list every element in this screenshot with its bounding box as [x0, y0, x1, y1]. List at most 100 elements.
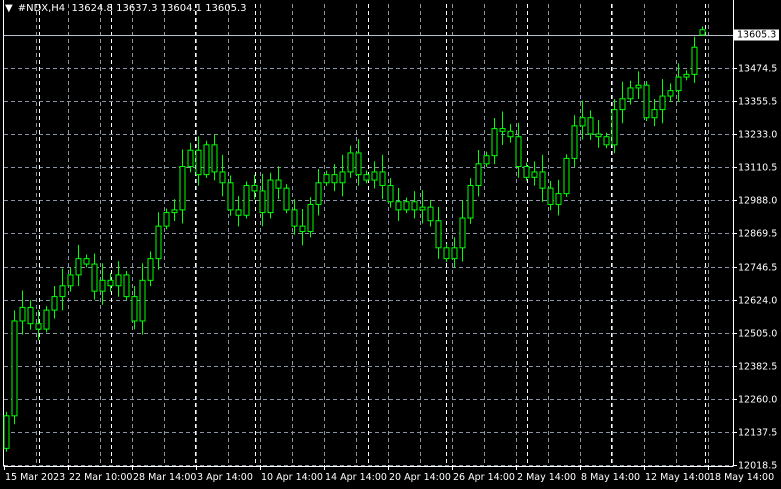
- candle-body: [131, 296, 138, 322]
- symbol-label: #NDX,H4: [17, 3, 66, 14]
- candle-body: [83, 258, 90, 265]
- candle-body: [331, 174, 338, 184]
- candle-body: [579, 117, 586, 127]
- candle-body: [419, 206, 426, 211]
- time-axis-label: 3 Apr 14:00: [197, 472, 253, 483]
- candle-body: [499, 128, 506, 132]
- candle-body: [11, 320, 18, 417]
- price-axis-label: 12505.0: [738, 328, 778, 339]
- candle-body: [267, 179, 274, 214]
- candle-body: [603, 136, 610, 146]
- candle-body: [547, 187, 554, 205]
- candle-body: [227, 182, 234, 211]
- price-axis-label: 12382.5: [738, 361, 778, 372]
- time-axis-label: 14 Apr 14:00: [325, 472, 387, 483]
- price-axis-label: 12746.5: [738, 262, 778, 273]
- candle-body: [243, 184, 250, 216]
- candle-body: [411, 201, 418, 211]
- price-axis-label: 13110.5: [738, 162, 778, 173]
- price-chart[interactable]: [0, 0, 781, 489]
- candle-body: [627, 87, 634, 100]
- price-axis-label: 12260.0: [738, 394, 778, 405]
- candle-body: [163, 212, 170, 227]
- candle-body: [179, 166, 186, 211]
- time-axis-label: 18 May 14:00: [709, 472, 775, 483]
- candle-body: [659, 95, 666, 111]
- time-axis-label: 22 Mar 10:00: [69, 472, 133, 483]
- candle-body: [219, 171, 226, 184]
- candle-body: [451, 247, 458, 260]
- time-axis-label: 26 Apr 14:00: [453, 472, 515, 483]
- candle-body: [611, 109, 618, 146]
- candle-body: [139, 279, 146, 322]
- candle-body: [67, 274, 74, 287]
- candle-body: [27, 306, 34, 325]
- candle-body: [347, 152, 354, 173]
- candle-body: [691, 46, 698, 75]
- candle-body: [587, 117, 594, 135]
- candle-body: [371, 171, 378, 181]
- candle-body: [235, 209, 242, 216]
- candle-body: [467, 184, 474, 219]
- chart-window[interactable]: ▼ #NDX,H4 13624.8 13637.3 13604.1 13605.3…: [0, 0, 781, 489]
- candle-body: [99, 279, 106, 292]
- candle-body: [323, 174, 330, 184]
- price-axis-label: 13355.5: [738, 96, 778, 107]
- candle-body: [171, 209, 178, 214]
- time-axis-label: 28 Mar 14:00: [133, 472, 197, 483]
- candle-body: [51, 296, 58, 311]
- time-axis-label: 8 May 14:00: [581, 472, 641, 483]
- candle-body: [251, 184, 258, 192]
- candle-body: [619, 98, 626, 111]
- candle-body: [507, 130, 514, 138]
- candle-body: [299, 225, 306, 233]
- candle-body: [523, 166, 530, 178]
- candle-body: [571, 125, 578, 159]
- price-axis-label: 12624.0: [738, 295, 778, 306]
- candle-body: [187, 149, 194, 168]
- candle-body: [483, 155, 490, 165]
- candle-body: [339, 171, 346, 184]
- candle-body: [531, 171, 538, 178]
- candle-body: [195, 149, 202, 176]
- candle-body: [315, 182, 322, 205]
- candle-body: [19, 306, 26, 322]
- dropdown-triangle-icon[interactable]: ▼: [5, 3, 13, 14]
- candle-body: [683, 73, 690, 78]
- price-axis-label: 13474.5: [738, 63, 778, 74]
- candle-body: [563, 157, 570, 195]
- candle-body: [211, 144, 218, 173]
- candle-body: [107, 279, 114, 287]
- candle-body: [475, 163, 482, 186]
- candle-body: [643, 84, 650, 119]
- candle-body: [363, 174, 370, 181]
- candle-body: [3, 415, 10, 449]
- price-axis-label: 12137.5: [738, 427, 778, 438]
- candle-body: [275, 179, 282, 189]
- candle-body: [699, 29, 706, 36]
- ohlc-close: 13605.3: [205, 3, 247, 14]
- time-axis-label: 15 Mar 2023: [5, 472, 66, 483]
- time-axis-label: 20 Apr 14:00: [389, 472, 451, 483]
- candle-body: [147, 258, 154, 281]
- candle-body: [259, 190, 266, 214]
- candle-body: [379, 171, 386, 186]
- ohlc-high: 13637.3: [116, 3, 158, 14]
- candle-body: [283, 187, 290, 211]
- candle-body: [635, 84, 642, 89]
- candle-body: [539, 171, 546, 189]
- candle-body: [651, 109, 658, 119]
- candle-body: [91, 263, 98, 292]
- candle-body: [675, 76, 682, 92]
- candle-body: [115, 274, 122, 287]
- candle-body: [155, 225, 162, 260]
- candle-body: [491, 128, 498, 157]
- candle-body: [555, 193, 562, 205]
- ohlc-open: 13624.8: [71, 3, 113, 14]
- candle-body: [515, 136, 522, 168]
- price-axis-label: 12869.5: [738, 228, 778, 239]
- chart-header: ▼ #NDX,H4 13624.8 13637.3 13604.1 13605.3: [5, 3, 247, 14]
- candle-body: [43, 309, 50, 330]
- candle-body: [387, 184, 394, 203]
- price-axis-label: 12988.0: [738, 195, 778, 206]
